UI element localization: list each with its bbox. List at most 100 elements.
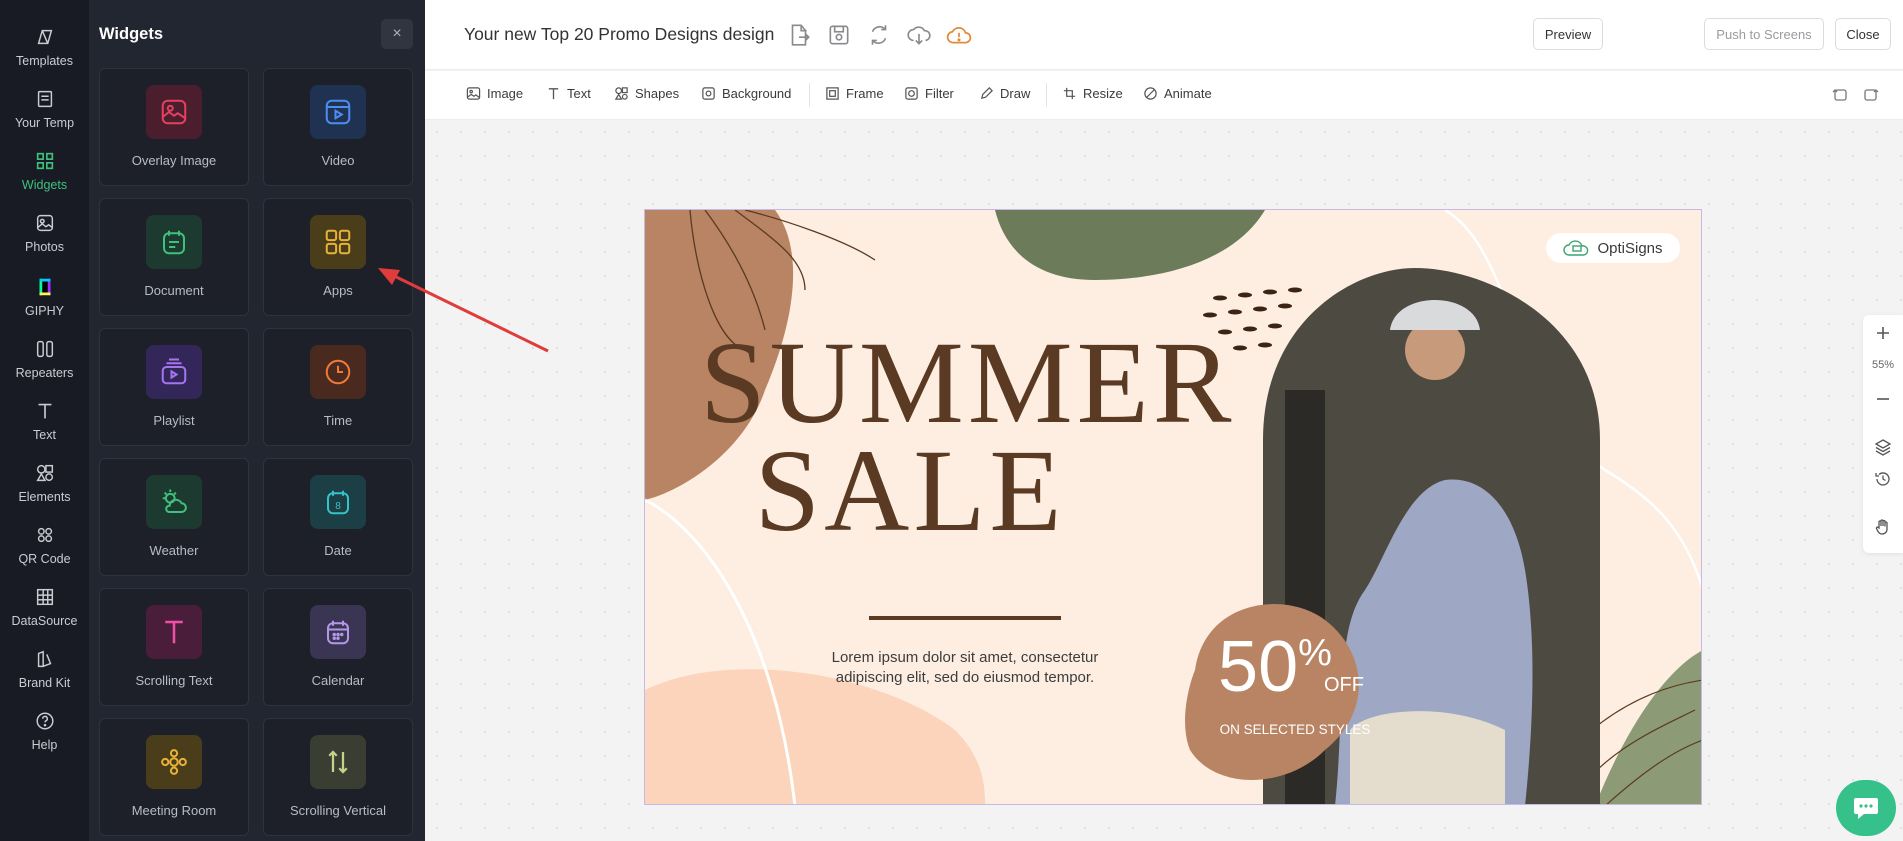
redo-icon[interactable] (1863, 86, 1879, 102)
sync-icon[interactable] (866, 22, 892, 48)
toolbar-divider (1046, 83, 1047, 107)
rail-item-photos[interactable]: Photos (0, 212, 89, 270)
toolbar-divider (809, 83, 810, 107)
tool-filter[interactable]: Filter (904, 86, 954, 101)
chat-button[interactable] (1836, 780, 1896, 836)
tool-label: Text (567, 86, 591, 101)
rail-label: Photos (25, 240, 64, 254)
rail-item-qr-code[interactable]: QR Code (0, 524, 89, 582)
rail-label: Your Temp (14, 116, 75, 130)
pan-button[interactable] (1863, 513, 1903, 541)
chat-icon (1854, 798, 1878, 819)
discount-subtitle: ON SELECTED STYLES (1219, 722, 1371, 737)
widget-label: Scrolling Vertical (289, 803, 387, 818)
panel-title: Widgets (99, 25, 164, 43)
discount-badge: 50%OFF ON SELECTED STYLES (1185, 618, 1405, 737)
save-icon[interactable] (826, 22, 852, 48)
scrolling-text-icon (146, 605, 202, 659)
scrolling-vertical-icon (310, 735, 366, 789)
tool-label: Shapes (635, 86, 680, 101)
annotation-arrow (378, 268, 549, 353)
rail-item-templates[interactable]: Templates (0, 26, 89, 84)
tool-animate[interactable]: Animate (1143, 86, 1212, 101)
design-canvas[interactable]: OptiSigns SUMMER SALE Lorem ipsum dolor … (644, 209, 1702, 805)
cloud-warning-icon[interactable] (946, 22, 972, 48)
shapes-icon (614, 87, 628, 100)
widget-meeting-room[interactable]: Meeting Room (99, 718, 249, 836)
tool-frame[interactable]: Frame (825, 86, 884, 101)
zoom-out-button[interactable] (1863, 385, 1903, 413)
frame-icon (826, 87, 839, 100)
zoom-level: 55% (1871, 359, 1895, 371)
rail-item-datasource[interactable]: DataSource (0, 586, 89, 644)
rail-item-text[interactable]: Text (0, 400, 89, 458)
widget-label: Overlay Image (131, 153, 217, 168)
playlist-icon (146, 345, 202, 399)
filter-icon (905, 87, 918, 100)
your-templates-icon (37, 90, 52, 108)
widget-scrolling-text[interactable]: Scrolling Text (99, 588, 249, 706)
rail-label: DataSource (11, 614, 78, 628)
widget-video[interactable]: Video (263, 68, 413, 186)
widget-label: Weather (149, 543, 199, 558)
tool-label: Background (722, 86, 792, 101)
elements-icon (35, 464, 53, 482)
rail-item-widgets[interactable]: Widgets (0, 150, 89, 208)
rail-item-giphy[interactable]: GIPHY (0, 276, 89, 334)
cloud-screen-icon (1563, 240, 1589, 256)
rail-label: Templates (16, 54, 73, 68)
giphy-icon (39, 278, 50, 296)
export-icon[interactable] (786, 22, 812, 48)
repeaters-icon (36, 340, 53, 358)
tool-background[interactable]: Background (701, 86, 791, 101)
widget-scrolling-vertical[interactable]: Scrolling Vertical (263, 718, 413, 836)
rail-item-your-templates[interactable]: Your Temp (0, 88, 89, 146)
widget-label: Playlist (153, 413, 195, 428)
rail-item-help[interactable]: Help (0, 710, 89, 768)
layers-icon (1874, 439, 1892, 456)
tool-resize[interactable]: Resize (1062, 86, 1123, 101)
tool-label: Resize (1083, 86, 1123, 101)
widgets-icon (36, 152, 53, 170)
datasource-icon (36, 588, 53, 606)
widget-calendar[interactable]: Calendar (263, 588, 413, 706)
rail-item-brand-kit[interactable]: Brand Kit (0, 648, 89, 706)
zoom-in-button[interactable] (1863, 319, 1903, 347)
history-button[interactable] (1863, 465, 1903, 493)
animate-icon (1144, 87, 1157, 100)
design-title[interactable]: Your new Top 20 Promo Designs design (464, 24, 774, 45)
tool-label: Filter (925, 86, 954, 101)
tool-image[interactable]: Image (466, 86, 523, 101)
rail-item-repeaters[interactable]: Repeaters (0, 338, 89, 396)
widget-document[interactable]: Document (99, 198, 249, 316)
rail-label: QR Code (18, 552, 71, 566)
close-panel-button[interactable]: × (381, 19, 413, 49)
tool-label: Frame (846, 86, 884, 101)
text-icon (38, 403, 51, 419)
rail-item-elements[interactable]: Elements (0, 462, 89, 520)
svg-text:8: 8 (335, 501, 341, 512)
widget-playlist[interactable]: Playlist (99, 328, 249, 446)
tool-shapes[interactable]: Shapes (614, 86, 679, 101)
zoom-controls: 55% (1863, 315, 1903, 553)
tool-label: Draw (1000, 86, 1031, 101)
tool-text[interactable]: Text (546, 86, 591, 101)
preview-button[interactable]: Preview (1533, 18, 1603, 50)
widget-weather[interactable]: Weather (99, 458, 249, 576)
meeting-room-icon (146, 735, 202, 789)
download-icon[interactable] (906, 22, 932, 48)
background-icon (702, 87, 715, 100)
rail-label: GIPHY (25, 304, 64, 318)
layers-button[interactable] (1863, 433, 1903, 461)
widget-overlay-image[interactable]: Overlay Image (99, 68, 249, 186)
document-icon (146, 215, 202, 269)
close-button[interactable]: Close (1835, 18, 1891, 50)
undo-icon[interactable] (1832, 86, 1848, 102)
widget-date[interactable]: 8 Date (263, 458, 413, 576)
left-rail: Templates Your Temp Widgets Photos GIPHY… (0, 0, 89, 841)
tool-draw[interactable]: Draw (979, 86, 1030, 101)
overlay-image-icon (146, 85, 202, 139)
hand-icon (1875, 519, 1888, 535)
push-to-screens-button[interactable]: Push to Screens (1704, 18, 1824, 50)
tool-label: Image (487, 86, 524, 101)
